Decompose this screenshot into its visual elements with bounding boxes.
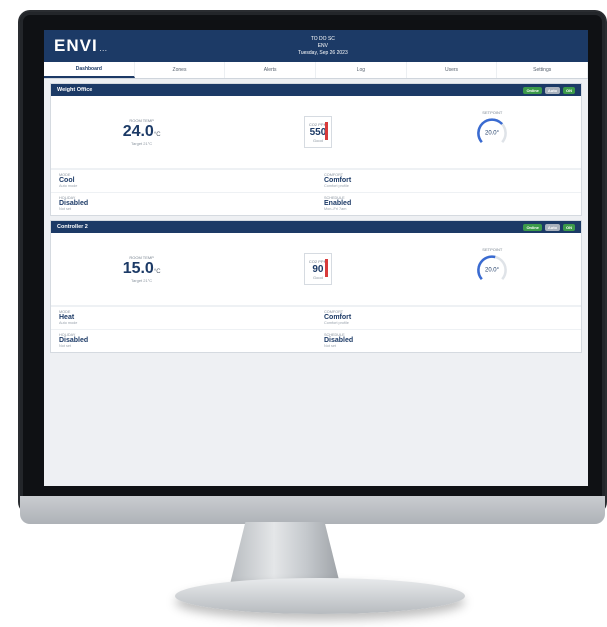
panel-tools: Online Auto ON (523, 223, 575, 231)
co2-value: 550 (309, 126, 327, 138)
schedule-sub: Not set (324, 344, 337, 348)
comfort-card[interactable]: Comfort Comfort Comfort profile (316, 306, 581, 329)
co2-card: CO2 PPM 90 Good (303, 253, 332, 285)
status-badge: Online (523, 86, 542, 94)
info-grid: Mode Heat Auto mode Comfort Comfort Comf… (51, 306, 581, 352)
holiday-value: Disabled (59, 337, 89, 344)
mode-badge[interactable]: Auto (544, 223, 560, 231)
tab-log[interactable]: Log (316, 62, 407, 78)
holiday-card[interactable]: Holiday Disabled Not set (51, 329, 316, 352)
brand-logo[interactable]: ENVI... (54, 36, 108, 56)
co2-value: 90 (312, 263, 324, 275)
tab-zones[interactable]: Zones (135, 62, 226, 78)
setpoint-dial-icon: 20.0° (477, 118, 508, 144)
brand-tag: ... (99, 47, 108, 53)
monitor-stand (230, 522, 340, 584)
panel-header[interactable]: Weight Office Online Auto ON (51, 84, 581, 96)
panel-header[interactable]: Controller 2 Online Auto ON (51, 221, 581, 233)
header-line-2: ENV (317, 42, 328, 49)
comfort-value: Comfort (324, 177, 352, 184)
holiday-card[interactable]: Holiday Disabled Not set (51, 192, 316, 215)
stats-row: Room Temp 15.0°C Target 21°C CO2 PPM 90 … (51, 233, 581, 306)
co2-sub: Good (313, 274, 323, 280)
header-line-1: TO DO SC (310, 35, 335, 42)
holiday-value: Disabled (59, 200, 89, 207)
comfort-card[interactable]: Comfort Comfort Comfort profile (316, 169, 581, 192)
co2-level-bar (324, 122, 328, 140)
schedule-value: Enabled (324, 200, 352, 207)
header-date: Tuesday, Sep 26 2023 (297, 49, 348, 56)
setpoint-dial-icon: 20.0° (477, 255, 508, 281)
controller-panel: Controller 2 Online Auto ON Room Temp 15… (50, 220, 582, 353)
controller-panel: Weight Office Online Auto ON Room Temp 2… (50, 83, 582, 216)
schedule-card[interactable]: Schedule Disabled Not set (316, 329, 581, 352)
panel-title: Controller 2 (57, 224, 88, 230)
room-temp-sub: Target 21°C (131, 141, 153, 146)
room-temp-value: 24.0°C (123, 123, 161, 141)
comfort-sub: Comfort profile (324, 321, 349, 325)
schedule-card[interactable]: Schedule Enabled Mon–Fri 7am (316, 192, 581, 215)
room-temp-stat: Room Temp 15.0°C Target 21°C (123, 255, 161, 283)
comfort-sub: Comfort profile (324, 184, 349, 188)
co2-sub: Good (313, 137, 323, 143)
setpoint-value: 20.0° (485, 131, 500, 137)
co2-stat: CO2 PPM 550 Good (303, 116, 332, 148)
tab-dashboard[interactable]: Dashboard (44, 62, 135, 78)
app-screen: ENVI... TO DO SC ENV Tuesday, Sep 26 202… (44, 30, 588, 486)
setpoint-value: 20.0° (485, 268, 500, 274)
holiday-sub: Not set (59, 344, 72, 348)
room-temp-unit: °C (153, 132, 161, 138)
app-header: ENVI... TO DO SC ENV Tuesday, Sep 26 202… (44, 30, 588, 62)
room-temp-number: 15.0 (122, 260, 154, 277)
tab-bar: Dashboard Zones Alerts Log Users Setting… (44, 62, 588, 79)
room-temp-sub: Target 21°C (131, 278, 153, 283)
tab-users[interactable]: Users (407, 62, 498, 78)
mode-card[interactable]: Mode Heat Auto mode (51, 306, 316, 329)
room-temp-value: 15.0°C (123, 260, 161, 278)
monitor-base (175, 578, 465, 614)
room-temp-stat: Room Temp 24.0°C Target 21°C (123, 118, 161, 146)
tab-alerts[interactable]: Alerts (225, 62, 317, 78)
tab-settings[interactable]: Settings (497, 62, 588, 78)
mode-badge[interactable]: Auto (544, 86, 560, 94)
mode-sub: Auto mode (59, 184, 78, 188)
setpoint-gauge[interactable]: Setpoint 20.0° (475, 247, 509, 291)
monitor-chin (20, 496, 605, 524)
holiday-sub: Not set (59, 207, 72, 211)
setpoint-gauge[interactable]: Setpoint 20.0° (475, 110, 509, 154)
panel-tools: Online Auto ON (523, 86, 575, 94)
monitor: ENVI... TO DO SC ENV Tuesday, Sep 26 202… (0, 0, 607, 627)
mode-value: Heat (59, 314, 75, 321)
comfort-value: Comfort (324, 314, 352, 321)
stats-row: Room Temp 24.0°C Target 21°C CO2 PPM 550… (51, 96, 581, 169)
panel-title: Weight Office (57, 87, 93, 93)
status-badge: Online (523, 223, 542, 231)
room-temp-number: 24.0 (122, 123, 154, 140)
schedule-value: Disabled (324, 337, 354, 344)
header-status: TO DO SC ENV Tuesday, Sep 26 2023 (298, 36, 348, 57)
schedule-sub: Mon–Fri 7am (324, 207, 347, 211)
brand-name: ENVI (54, 36, 98, 55)
power-toggle[interactable]: ON (563, 223, 575, 231)
info-grid: Mode Cool Auto mode Comfort Comfort Comf… (51, 169, 581, 215)
co2-stat: CO2 PPM 90 Good (303, 253, 332, 285)
mode-value: Cool (59, 177, 75, 184)
room-temp-unit: °C (153, 269, 161, 275)
mode-card[interactable]: Mode Cool Auto mode (51, 169, 316, 192)
power-toggle[interactable]: ON (563, 86, 575, 94)
co2-card: CO2 PPM 550 Good (303, 116, 332, 148)
mode-sub: Auto mode (59, 321, 78, 325)
co2-level-bar (324, 259, 328, 277)
